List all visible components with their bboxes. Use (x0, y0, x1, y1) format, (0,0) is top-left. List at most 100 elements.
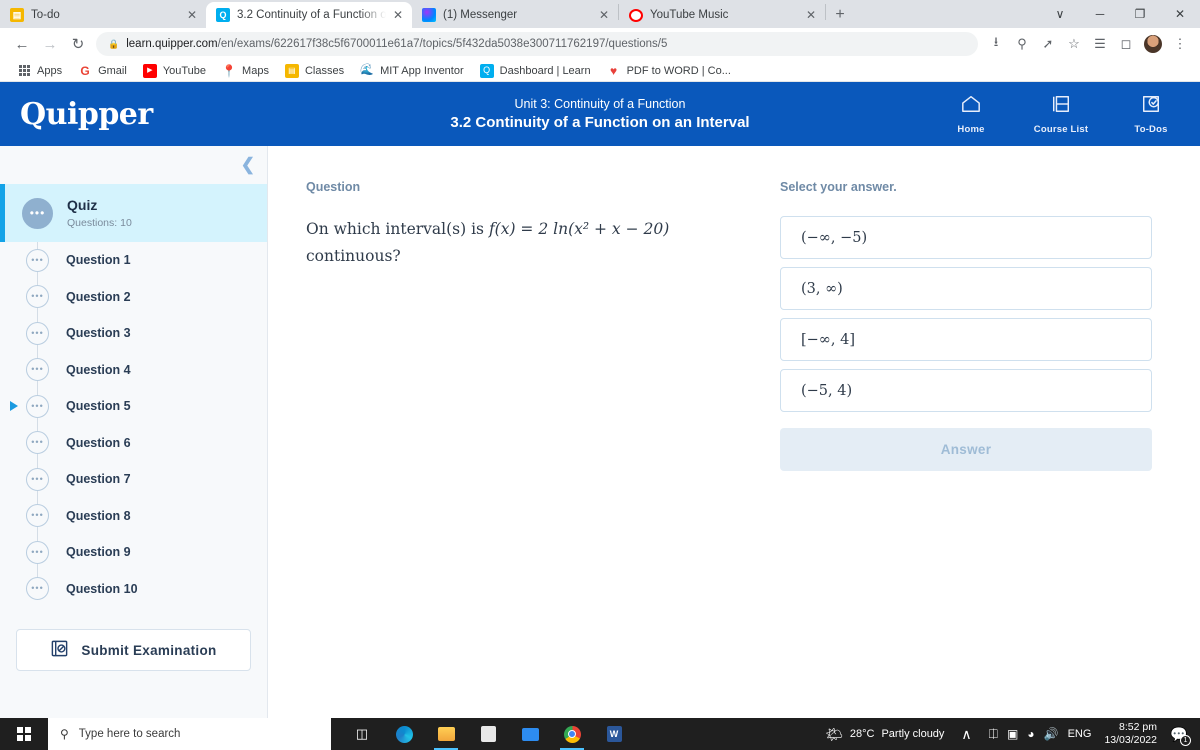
edge-icon[interactable] (385, 718, 423, 750)
quiz-title: Quiz (67, 197, 98, 213)
question-label: Question 2 (66, 289, 131, 304)
question-dot-icon: ••• (26, 285, 49, 309)
search-icon[interactable]: ⚲ (1010, 32, 1034, 56)
bookmark-youtube[interactable]: ▶ YouTube (136, 62, 213, 80)
toolbar-icons: ⭳ ⚲ ➚ ☆ ☰ ◻ ⋮ (984, 32, 1192, 56)
bookmark-maps[interactable]: 📍 Maps (215, 62, 276, 80)
sidebar-item-question-5[interactable]: ••• Question 5 (0, 388, 267, 425)
bookmark-mit-app-inventor[interactable]: 🌊 MIT App Inventor (353, 62, 471, 80)
address-path: /en/exams/622617f38c5f6700011e61a7/topic… (217, 38, 668, 50)
bookmark-classes[interactable]: ▤ Classes (278, 62, 351, 80)
taskbar-clock[interactable]: 8:52 pm 13/03/2022 (1104, 721, 1157, 747)
sidebar-item-question-9[interactable]: ••• Question 9 (0, 534, 267, 571)
apps-grid-icon (17, 64, 31, 78)
answer-option-4[interactable]: (−5, 4) (780, 369, 1152, 412)
chrome-icon[interactable] (553, 718, 591, 750)
mail-icon[interactable] (511, 718, 549, 750)
chevron-left-icon[interactable]: ❮ (241, 155, 255, 175)
answer-button[interactable]: Answer (780, 428, 1152, 471)
tab-title: To-do (31, 9, 60, 21)
install-icon[interactable]: ⭳ (984, 32, 1008, 56)
browser-tab-messenger[interactable]: (1) Messenger ✕ (412, 2, 618, 28)
address-bar[interactable]: 🔒 learn.quipper.com/en/exams/622617f38c5… (96, 32, 978, 56)
forward-icon[interactable]: → (36, 30, 64, 58)
sidebar-item-question-7[interactable]: ••• Question 7 (0, 461, 267, 498)
bookmark-dashboard-learn[interactable]: Q Dashboard | Learn (473, 62, 598, 80)
favicon-quipper: Q (216, 8, 230, 22)
nav-course-list[interactable]: Course List (1032, 94, 1090, 135)
quipper-logo[interactable]: Quipper (20, 97, 153, 132)
answer-option-3[interactable]: [−∞, 4] (780, 318, 1152, 361)
nav-to-dos[interactable]: To-Dos (1122, 94, 1180, 135)
question-text: Question 8 (66, 507, 131, 525)
tray-chevron-icon[interactable]: ∧ (953, 718, 979, 750)
task-view-icon[interactable]: ◫ (343, 718, 381, 750)
bookmark-apps[interactable]: Apps (10, 62, 69, 80)
reload-icon[interactable]: ↻ (64, 30, 92, 58)
submit-examination-button[interactable]: Submit Examination (16, 629, 251, 671)
bookmark-gmail[interactable]: G Gmail (71, 62, 134, 80)
tab-close-button[interactable]: ✕ (803, 7, 819, 23)
sidepanel-icon[interactable]: ◻ (1114, 32, 1138, 56)
page-body: ❮ ••• Quiz Questions: 10 ••• Question 1 … (0, 146, 1200, 730)
nav-label: Home (957, 123, 985, 135)
browser-tab-youtube-music[interactable]: YouTube Music ✕ (619, 2, 825, 28)
notifications-icon[interactable]: 💬 1 (1166, 718, 1192, 750)
maximize-button[interactable]: ❐ (1120, 0, 1160, 28)
microsoft-store-icon[interactable] (469, 718, 507, 750)
bookmark-label: Dashboard | Learn (499, 64, 591, 77)
share-icon[interactable]: ➚ (1036, 32, 1060, 56)
volume-icon[interactable]: 🔊 (1044, 727, 1059, 741)
file-explorer-icon[interactable] (427, 718, 465, 750)
windows-start-icon[interactable] (0, 718, 48, 750)
tab-close-button[interactable]: ✕ (390, 7, 406, 23)
sidebar-item-question-10[interactable]: ••• Question 10 (0, 571, 267, 608)
chrome-menu-icon[interactable]: ⋮ (1168, 32, 1192, 56)
tab-search-chevron-icon[interactable]: ∨ (1040, 0, 1080, 28)
sidebar-item-question-2[interactable]: ••• Question 2 (0, 279, 267, 316)
minimize-button[interactable]: ─ (1080, 0, 1120, 28)
bookmark-label: Classes (304, 64, 345, 77)
sidebar-item-question-1[interactable]: ••• Question 1 (0, 242, 267, 279)
quiz-text: Quiz Questions: 10 (67, 197, 132, 229)
maps-icon: 📍 (221, 63, 237, 78)
sidebar-item-question-6[interactable]: ••• Question 6 (0, 425, 267, 462)
new-tab-button[interactable]: + (826, 2, 854, 28)
avatar[interactable] (1144, 35, 1162, 53)
nav-home[interactable]: Home (942, 94, 1000, 135)
answer-option-1[interactable]: (−∞, −5) (780, 216, 1152, 259)
answer-option-2[interactable]: (3, ∞) (780, 267, 1152, 310)
question-label: Question 9 (66, 545, 131, 560)
partly-cloudy-icon: 🌤 (825, 725, 843, 742)
question-dot-icon: ••• (26, 248, 49, 272)
reading-list-icon[interactable]: ☰ (1088, 32, 1112, 56)
quipper-icon: Q (479, 63, 494, 78)
browser-tab-quipper[interactable]: Q 3.2 Continuity of a Function on a ✕ (206, 2, 412, 28)
bookmark-star-icon[interactable]: ☆ (1062, 32, 1086, 56)
display-icon[interactable]: ▣ (1007, 727, 1018, 741)
bookmark-pdf-to-word[interactable]: ♥ PDF to WORD | Co... (600, 62, 738, 80)
tab-close-button[interactable]: ✕ (596, 7, 612, 23)
taskbar-pinned-apps: ◫ W (343, 718, 633, 750)
bookmark-label: Maps (242, 64, 269, 77)
wifi-icon[interactable]: ◕ (1027, 727, 1034, 741)
weather-widget[interactable]: 🌤 28°C Partly cloudy (825, 726, 944, 743)
sidebar-item-question-4[interactable]: ••• Question 4 (0, 352, 267, 389)
question-label: Question 6 (66, 435, 131, 450)
sidebar-item-question-3[interactable]: ••• Question 3 (0, 315, 267, 352)
sidebar-item-question-8[interactable]: ••• Question 8 (0, 498, 267, 535)
language-indicator[interactable]: ENG (1068, 728, 1092, 740)
browser-tab-to-do[interactable]: ▤ To-do ✕ (0, 2, 206, 28)
tab-close-button[interactable]: ✕ (184, 7, 200, 23)
webcam-icon[interactable]: ⎅ (988, 727, 998, 742)
question-text: Question 4 (66, 361, 131, 379)
sidebar-item-quiz[interactable]: ••• Quiz Questions: 10 (0, 184, 267, 242)
question-dot-icon: ••• (26, 540, 49, 564)
answer-option-text: (3, ∞) (801, 280, 843, 297)
taskbar-search-input[interactable]: ⚲ Type here to search (48, 718, 331, 750)
word-icon[interactable]: W (595, 718, 633, 750)
classroom-icon: ▤ (284, 63, 299, 78)
clock-date: 13/03/2022 (1104, 734, 1157, 746)
close-window-button[interactable]: ✕ (1160, 0, 1200, 28)
back-icon[interactable]: ← (8, 30, 36, 58)
